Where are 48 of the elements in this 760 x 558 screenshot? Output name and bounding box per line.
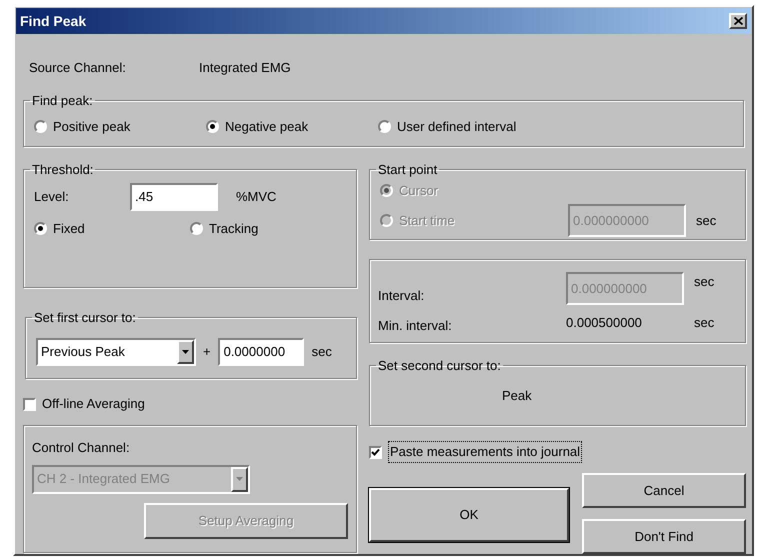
group-title: Start point <box>377 161 438 179</box>
group-title: Set first cursor to: <box>33 309 137 327</box>
source-channel-value: Integrated EMG <box>199 59 291 78</box>
unit-label: sec <box>694 273 714 291</box>
radio-label: Tracking <box>209 220 258 238</box>
min-interval-label: Min. interval: <box>378 316 453 334</box>
plus-sign: + <box>203 342 211 361</box>
close-icon <box>734 17 742 25</box>
checkbox-label: Off-line Averaging <box>42 395 145 414</box>
window-title: Find Peak <box>20 12 86 30</box>
dialog-button[interactable]: Cancel <box>582 473 746 508</box>
offset-input[interactable]: 0.0000000 <box>218 338 304 366</box>
radio-button[interactable] <box>34 120 47 133</box>
radio-label: Start time <box>399 212 455 230</box>
radio-label: Positive peak <box>53 118 130 136</box>
dropdown-arrow-button[interactable] <box>177 340 194 364</box>
radio-button[interactable] <box>190 222 203 235</box>
control-channel-label: Control Channel: <box>32 439 131 457</box>
dialog-button[interactable]: Don't Find <box>582 519 746 554</box>
second-cursor-value: Peak <box>502 388 532 402</box>
unit-label: %MVC <box>236 188 276 206</box>
group-title: Find peak: <box>31 92 94 110</box>
radio-label: Fixed <box>53 220 85 238</box>
checkbox[interactable] <box>369 446 382 458</box>
level-input[interactable]: .45 <box>130 182 218 210</box>
checkmark-icon <box>371 448 380 456</box>
ok-button[interactable]: OK <box>369 488 569 542</box>
interval-label: Interval: <box>378 287 426 305</box>
source-channel-label: Source Channel: <box>29 59 127 78</box>
unit-label: sec <box>696 212 716 230</box>
radio-label: Negative peak <box>225 118 308 136</box>
cursor-dropdown[interactable]: Previous Peak <box>36 338 196 366</box>
checkbox[interactable] <box>23 398 36 410</box>
radio-label: User defined interval <box>397 118 516 136</box>
radio-button[interactable] <box>206 120 219 133</box>
checkbox-label: Paste measurements into journal <box>388 441 582 463</box>
radio-button[interactable] <box>34 222 47 235</box>
close-button[interactable] <box>729 13 747 29</box>
level-label: Level: <box>34 188 70 206</box>
caret-icon <box>236 477 243 481</box>
unit-label: sec <box>312 342 332 361</box>
radio-button[interactable] <box>378 120 391 133</box>
unit-label: sec <box>694 314 714 332</box>
min-interval-value: 0.000500000 <box>566 314 643 332</box>
radio-label: Cursor <box>399 182 438 200</box>
group-title: Threshold: <box>31 161 94 179</box>
group-title: Set second cursor to: <box>377 357 502 375</box>
caret-icon <box>182 350 189 354</box>
